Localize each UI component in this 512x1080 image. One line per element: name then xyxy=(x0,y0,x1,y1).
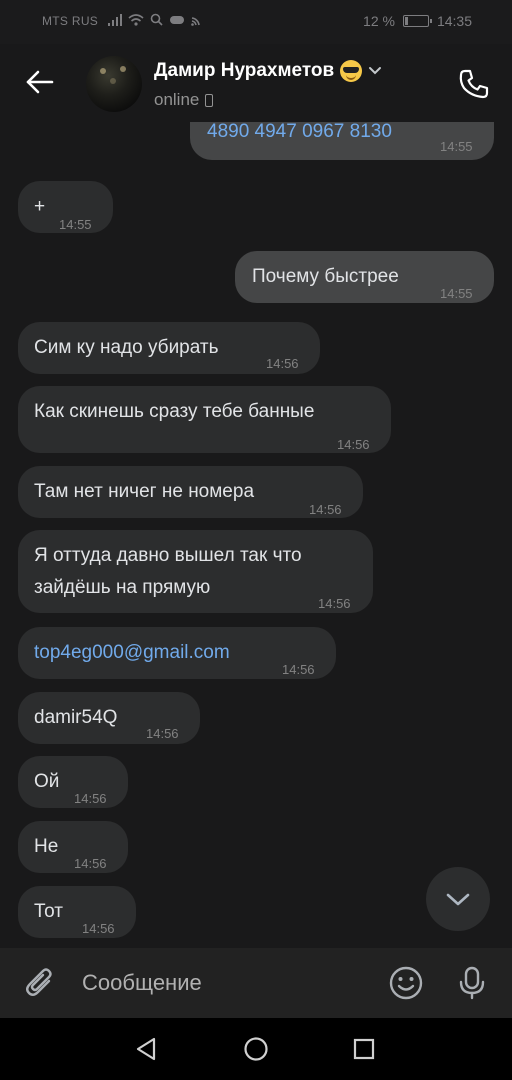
chevron-down-icon xyxy=(446,893,470,906)
attach-icon[interactable] xyxy=(22,965,58,1001)
carrier-label: MTS RUS xyxy=(42,14,99,28)
chat-header: Дамир Нурахметов online xyxy=(0,44,512,122)
message-time: 14:55 xyxy=(440,139,473,154)
message-list[interactable]: 4890 4947 0967 8130 14:55 + 14:55 Почему… xyxy=(0,122,512,948)
message-bubble-incoming[interactable]: Я оттуда давно вышел так что зайдёшь на … xyxy=(18,530,373,613)
status-right: 12 % 14:35 xyxy=(363,13,472,29)
status-bar: MTS RUS 12 % 14:35 xyxy=(0,0,512,44)
emoji-icon[interactable] xyxy=(388,965,424,1001)
battery-icon xyxy=(402,15,432,27)
scroll-to-bottom-button[interactable] xyxy=(426,867,490,931)
message-text: Ой xyxy=(34,771,60,792)
mobile-device-icon xyxy=(205,93,214,107)
message-bubble-incoming[interactable]: + 14:55 xyxy=(18,181,113,233)
message-bubble-incoming[interactable]: Не 14:56 xyxy=(18,821,128,873)
contact-name: Дамир Нурахметов xyxy=(154,60,335,81)
message-bubble-incoming[interactable]: Как скинешь сразу тебе банные 14:56 xyxy=(18,386,391,453)
message-bubble-incoming[interactable]: damir54Q 14:56 xyxy=(18,692,200,744)
message-bubble-outgoing[interactable]: Почему быстрее 14:55 xyxy=(235,251,494,303)
chevron-down-icon[interactable] xyxy=(368,66,382,76)
signal-icon xyxy=(108,13,122,26)
message-time: 14:56 xyxy=(309,502,342,517)
message-time: 14:56 xyxy=(266,356,299,371)
message-text: Как скинешь сразу тебе банные xyxy=(34,401,315,422)
message-bubble-outgoing[interactable]: 4890 4947 0967 8130 14:55 xyxy=(190,122,494,160)
message-composer: Сообщение xyxy=(0,948,512,1018)
message-text: + xyxy=(34,196,46,217)
phone-call-icon[interactable] xyxy=(456,66,492,102)
status-icons xyxy=(108,13,203,26)
microphone-icon[interactable] xyxy=(454,965,490,1001)
contact-name-row[interactable]: Дамир Нурахметов xyxy=(154,60,382,82)
message-bubble-incoming[interactable]: Там нет ничег не номера 14:56 xyxy=(18,466,363,518)
message-bubble-incoming[interactable]: Тот 14:56 xyxy=(18,886,136,938)
message-bubble-incoming[interactable]: Сим ку надо убирать 14:56 xyxy=(18,322,320,374)
message-text: Сим ку надо убирать xyxy=(34,337,219,358)
message-text: Тот xyxy=(34,901,63,922)
message-time: 14:56 xyxy=(318,596,351,611)
sunglasses-emoji-icon xyxy=(340,60,363,82)
message-text: damir54Q xyxy=(34,707,118,728)
message-time: 14:56 xyxy=(74,856,107,871)
nav-home-icon[interactable] xyxy=(242,1035,270,1063)
nav-back-icon[interactable] xyxy=(132,1035,160,1063)
message-bubble-incoming[interactable]: top4eg000@gmail.com 14:56 xyxy=(18,627,336,679)
cast-icon xyxy=(191,16,200,26)
back-arrow-icon[interactable] xyxy=(22,64,58,100)
presence-label: online xyxy=(154,90,200,109)
message-text[interactable]: 4890 4947 0967 8130 xyxy=(207,122,392,142)
game-controller-icon xyxy=(170,15,184,24)
message-text-line: Я оттуда давно вышел так что xyxy=(34,545,302,566)
message-text: Не xyxy=(34,836,59,857)
message-time: 14:56 xyxy=(146,726,179,741)
email-link[interactable]: top4eg000@gmail.com xyxy=(34,638,230,667)
presence-status: online xyxy=(154,90,214,110)
message-text: Там нет ничег не номера xyxy=(34,481,255,502)
message-time: 14:55 xyxy=(440,286,473,301)
message-text-line: зайдёшь на прямую xyxy=(34,577,211,598)
message-time: 14:56 xyxy=(82,921,115,936)
message-time: 14:56 xyxy=(74,791,107,806)
message-bubble-incoming[interactable]: Ой 14:56 xyxy=(18,756,128,808)
message-time: 14:56 xyxy=(282,662,315,677)
clock: 14:35 xyxy=(436,13,472,29)
search-icon xyxy=(150,13,163,26)
battery-percent: 12 % xyxy=(363,13,395,29)
nav-recents-icon[interactable] xyxy=(350,1035,378,1063)
system-navigation-bar xyxy=(0,1018,512,1080)
message-time: 14:55 xyxy=(59,217,92,232)
message-text: Почему быстрее xyxy=(252,266,399,287)
message-input[interactable]: Сообщение xyxy=(82,970,202,996)
wifi-icon xyxy=(128,13,144,26)
message-time: 14:56 xyxy=(337,437,370,452)
avatar[interactable] xyxy=(86,56,142,112)
